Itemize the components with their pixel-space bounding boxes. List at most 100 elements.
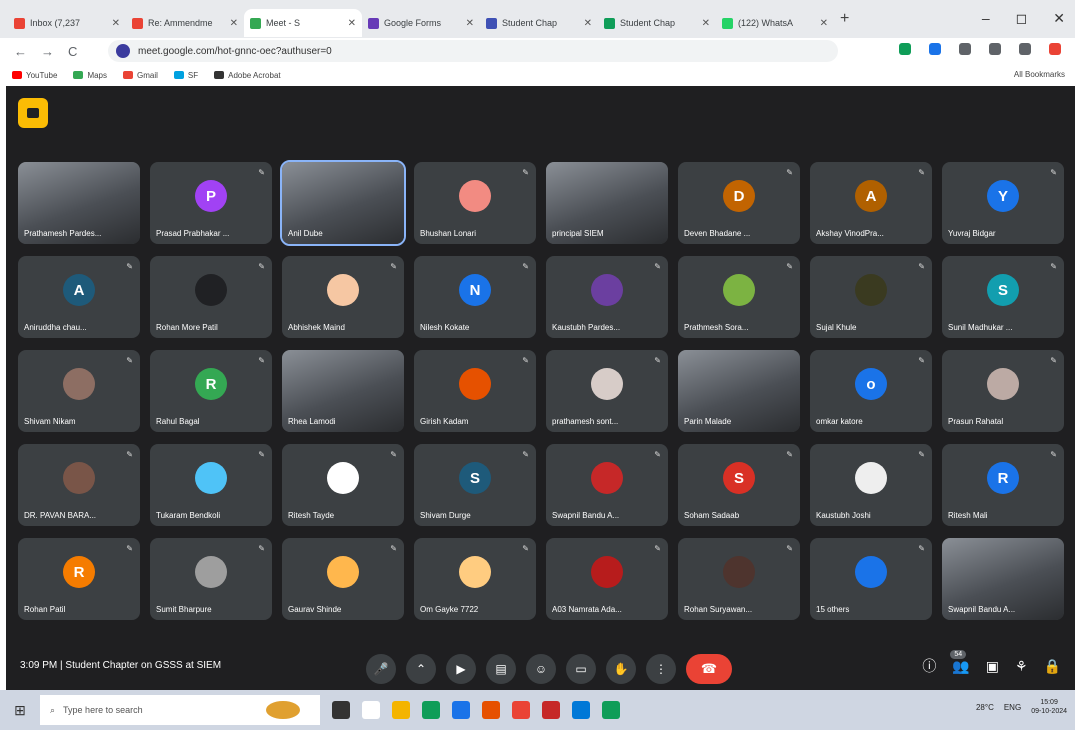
microphone-icon[interactable]: 🎤 xyxy=(366,654,396,684)
participant-tile[interactable]: A ✎ Akshay VinodPra... xyxy=(810,162,932,244)
participant-tile[interactable]: D ✎ Deven Bhadane ... xyxy=(678,162,800,244)
more-audio-icon[interactable]: ⌃ xyxy=(406,654,436,684)
close-window-icon[interactable]: ✕ xyxy=(1053,10,1065,27)
maximize-icon[interactable]: ◻ xyxy=(1016,10,1028,27)
participant-tile[interactable]: ✎ Sumit Bharpure xyxy=(150,538,272,620)
participant-tile[interactable]: ✎ Abhishek Maind xyxy=(282,256,404,338)
taskbar-app-icon[interactable] xyxy=(512,701,530,719)
participant-tile[interactable]: ✎ Om Gayke 7722 xyxy=(414,538,536,620)
participant-tile[interactable]: Swapnil Bandu A... xyxy=(942,538,1064,620)
close-icon[interactable]: ✕ xyxy=(112,18,120,29)
back-icon[interactable]: ← xyxy=(14,44,27,59)
url-text[interactable]: meet.google.com/hot-gnnc-oec?authuser=0 xyxy=(138,46,332,57)
participant-tile[interactable]: Y ✎ Yuvraj Bidgar xyxy=(942,162,1064,244)
participant-tile[interactable]: S ✎ Shivam Durge xyxy=(414,444,536,526)
close-icon[interactable]: ✕ xyxy=(466,18,474,29)
participant-tile[interactable]: S ✎ Sunil Madhukar ... xyxy=(942,256,1064,338)
taskbar-app-icon[interactable] xyxy=(422,701,440,719)
captions-icon[interactable]: ▤ xyxy=(486,654,516,684)
participant-tile[interactable]: ✎ Shivam Nikam xyxy=(18,350,140,432)
browser-tab[interactable]: Student Chap ✕ xyxy=(598,9,716,37)
camera-icon[interactable]: ▶ xyxy=(446,654,476,684)
more-options-icon[interactable]: ⋮ xyxy=(646,654,676,684)
participant-tile[interactable]: ✎ Sujal Khule xyxy=(810,256,932,338)
browser-tab[interactable]: Inbox (7,237 ✕ xyxy=(8,9,126,37)
participant-tile[interactable]: N ✎ Nilesh Kokate xyxy=(414,256,536,338)
reload-icon[interactable]: C xyxy=(68,44,77,59)
participant-tile[interactable]: ✎ Girish Kadam xyxy=(414,350,536,432)
taskbar-app-icon[interactable] xyxy=(482,701,500,719)
participant-tile[interactable]: Parin Malade xyxy=(678,350,800,432)
raise-hand-icon[interactable]: ✋ xyxy=(606,654,636,684)
participant-tile[interactable]: P ✎ Prasad Prabhakar ... xyxy=(150,162,272,244)
close-icon[interactable]: ✕ xyxy=(348,18,356,29)
emoji-icon[interactable]: ☺ xyxy=(526,654,556,684)
participant-tile[interactable]: ✎ Rohan Suryawan... xyxy=(678,538,800,620)
people-icon[interactable]: 👥 54 xyxy=(950,649,970,675)
participant-tile[interactable]: R ✎ Ritesh Mali xyxy=(942,444,1064,526)
participant-tile[interactable]: ✎ prathamesh sont... xyxy=(546,350,668,432)
participant-tile[interactable]: Prathamesh Pardes... xyxy=(18,162,140,244)
bookmark-item[interactable]: YouTube xyxy=(12,71,57,80)
host-controls-icon[interactable]: 🔒 xyxy=(1044,658,1061,675)
start-icon[interactable]: ⊞ xyxy=(0,690,40,730)
forward-icon[interactable]: → xyxy=(41,44,54,59)
participant-tile[interactable]: ✎ Kaustubh Joshi xyxy=(810,444,932,526)
end-call-button[interactable]: ☎ xyxy=(686,654,732,684)
activities-icon[interactable]: ⚘ xyxy=(1015,658,1028,675)
close-icon[interactable]: ✕ xyxy=(584,18,592,29)
participant-tile[interactable]: ✎ Kaustubh Pardes... xyxy=(546,256,668,338)
participant-tile[interactable]: ✎ DR. PAVAN BARA... xyxy=(18,444,140,526)
browser-tab[interactable]: Re: Ammendme ✕ xyxy=(126,9,244,37)
browser-tab[interactable]: Meet - S ✕ xyxy=(244,9,362,37)
extension-icon[interactable] xyxy=(899,43,911,55)
close-icon[interactable]: ✕ xyxy=(820,18,828,29)
browser-tab[interactable]: (122) WhatsA ✕ xyxy=(716,9,834,37)
participant-tile[interactable]: ✎ A03 Namrata Ada... xyxy=(546,538,668,620)
weather[interactable]: 28°C xyxy=(976,703,994,712)
all-bookmarks[interactable]: All Bookmarks xyxy=(1014,70,1065,79)
participant-tile[interactable]: ✎ Swapnil Bandu A... xyxy=(546,444,668,526)
participant-tile[interactable]: o ✎ omkar katore xyxy=(810,350,932,432)
chat-icon[interactable]: ▣ xyxy=(986,658,999,675)
participant-tile[interactable]: ✎ Prathmesh Sora... xyxy=(678,256,800,338)
taskbar-clock[interactable]: 15:09 09-10-2024 xyxy=(1031,698,1067,716)
extension-icon[interactable] xyxy=(929,43,941,55)
participant-tile[interactable]: Anil Dube xyxy=(280,160,406,246)
browser-tab[interactable]: Student Chap ✕ xyxy=(480,9,598,37)
bookmark-item[interactable]: Maps xyxy=(73,71,107,80)
new-tab-button[interactable]: + xyxy=(840,10,849,28)
participant-tile[interactable]: R ✎ Rohan Patil xyxy=(18,538,140,620)
taskbar-app-icon[interactable] xyxy=(542,701,560,719)
participant-tile[interactable]: ✎ Prasun Rahatal xyxy=(942,350,1064,432)
language[interactable]: ENG xyxy=(1004,703,1021,712)
taskbar-search[interactable]: ⌕ Type here to search xyxy=(40,695,320,725)
taskbar-app-icon[interactable] xyxy=(392,701,410,719)
taskbar-app-icon[interactable] xyxy=(602,701,620,719)
url-bar[interactable]: meet.google.com/hot-gnnc-oec?authuser=0 xyxy=(108,40,838,62)
participant-tile[interactable]: R ✎ Rahul Bagal xyxy=(150,350,272,432)
bookmark-item[interactable]: Adobe Acrobat xyxy=(214,71,281,80)
participant-tile[interactable]: ✎ Rohan More Patil xyxy=(150,256,272,338)
present-icon[interactable]: ▭ xyxy=(566,654,596,684)
close-icon[interactable]: ✕ xyxy=(230,18,238,29)
participant-tile[interactable]: Rhea Lamodi xyxy=(282,350,404,432)
participant-tile[interactable]: ✎ Tukaram Bendkoli xyxy=(150,444,272,526)
participant-tile[interactable]: ✎ Bhushan Lonari xyxy=(414,162,536,244)
extension-icon[interactable] xyxy=(989,43,1001,55)
participant-tile[interactable]: S ✎ Soham Sadaab xyxy=(678,444,800,526)
site-info-icon[interactable] xyxy=(116,44,130,58)
taskbar-app-icon[interactable] xyxy=(362,701,380,719)
taskbar-app-icon[interactable] xyxy=(332,701,350,719)
participant-tile[interactable]: A ✎ Aniruddha chau... xyxy=(18,256,140,338)
close-icon[interactable]: ✕ xyxy=(702,18,710,29)
meeting-details-icon[interactable]: ⓘ xyxy=(922,656,936,676)
bookmark-item[interactable]: SF xyxy=(173,71,198,80)
participant-tile[interactable]: principal SIEM xyxy=(546,162,668,244)
extension-icon[interactable] xyxy=(1049,43,1061,55)
taskbar-app-icon[interactable] xyxy=(572,701,590,719)
bookmark-item[interactable]: Gmail xyxy=(123,71,158,80)
participant-tile[interactable]: ✎ 15 others xyxy=(810,538,932,620)
taskbar-app-icon[interactable] xyxy=(452,701,470,719)
participant-tile[interactable]: ✎ Ritesh Tayde xyxy=(282,444,404,526)
